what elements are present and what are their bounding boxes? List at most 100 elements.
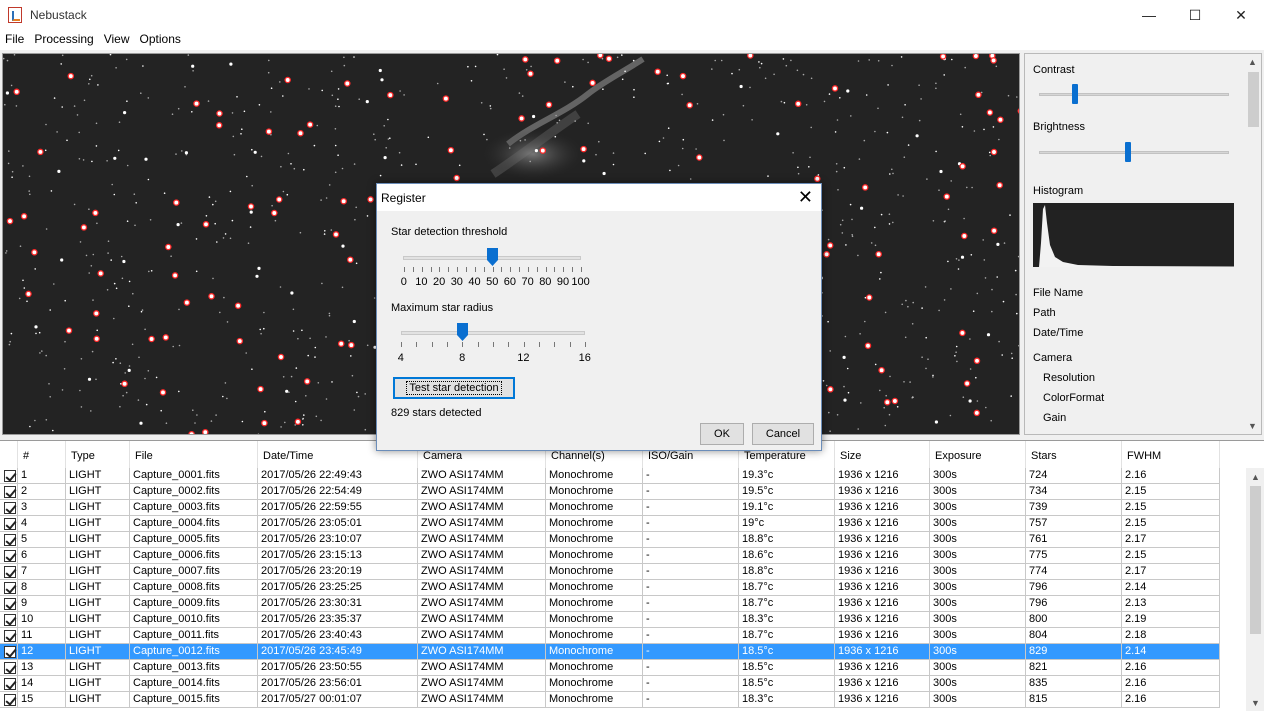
table-row[interactable]: 14 LIGHT Capture_0014.fits 2017/05/26 23:56… xyxy=(0,676,1220,692)
ok-button[interactable]: OK xyxy=(700,423,744,445)
column-header[interactable]: # xyxy=(18,441,66,468)
star xyxy=(900,56,903,58)
test-star-detection-button[interactable]: Test star detection xyxy=(393,377,515,399)
table-row[interactable]: 6 LIGHT Capture_0006.fits 2017/05/26 23:15:… xyxy=(0,548,1220,564)
brightness-slider-thumb[interactable] xyxy=(1125,142,1132,162)
table-row[interactable]: 13 LIGHT Capture_0013.fits 2017/05/26 23:50… xyxy=(0,660,1220,676)
table-row[interactable]: 11 LIGHT Capture_0011.fits 2017/05/26 23:40… xyxy=(0,628,1220,644)
column-header[interactable]: Size xyxy=(835,441,930,468)
histogram-plot xyxy=(1033,203,1234,267)
star xyxy=(321,89,324,92)
table-cell: Capture_0007.fits xyxy=(130,564,258,580)
table-row[interactable]: 15 LIGHT Capture_0015.fits 2017/05/27 00:01… xyxy=(0,692,1220,708)
star xyxy=(121,277,124,280)
threshold-slider-thumb[interactable] xyxy=(487,248,498,266)
row-checkbox[interactable] xyxy=(4,486,16,498)
row-checkbox[interactable] xyxy=(4,662,16,674)
row-checkbox[interactable] xyxy=(4,518,16,530)
row-checkbox[interactable] xyxy=(4,678,16,690)
scroll-thumb[interactable] xyxy=(1248,72,1259,127)
row-checkbox[interactable] xyxy=(4,582,16,594)
table-row[interactable]: 1 LIGHT Capture_0001.fits 2017/05/26 22:49:… xyxy=(0,468,1220,484)
table-row[interactable]: 12 LIGHT Capture_0012.fits 2017/05/26 23:45… xyxy=(0,644,1220,660)
contrast-slider-track[interactable] xyxy=(1039,93,1229,96)
properties-scrollbar[interactable]: ▲ ▼ xyxy=(1245,54,1261,434)
contrast-slider-thumb[interactable] xyxy=(1072,84,1079,104)
table-row[interactable]: 8 LIGHT Capture_0008.fits 2017/05/26 23:25:… xyxy=(0,580,1220,596)
column-header[interactable]: Exposure xyxy=(930,441,1026,468)
star xyxy=(903,156,906,158)
scroll-down-icon[interactable]: ▼ xyxy=(1251,698,1260,708)
table-row[interactable]: 7 LIGHT Capture_0007.fits 2017/05/26 23:20:… xyxy=(0,564,1220,580)
detected-star-marker xyxy=(303,378,311,385)
table-scrollbar[interactable]: ▲ ▼ xyxy=(1246,468,1264,711)
brightness-slider-track[interactable] xyxy=(1039,151,1229,154)
star xyxy=(309,337,311,340)
table-cell: 1936 x 1216 xyxy=(835,564,930,580)
detected-star-marker xyxy=(605,55,613,62)
star xyxy=(925,367,927,370)
maximize-button[interactable]: ☐ xyxy=(1172,0,1218,30)
slider-tick xyxy=(527,267,529,272)
row-checkbox[interactable] xyxy=(4,614,16,626)
scroll-up-icon[interactable]: ▲ xyxy=(1248,57,1257,67)
table-cell: 2017/05/26 23:25:25 xyxy=(258,580,418,596)
star xyxy=(925,336,927,339)
star xyxy=(56,131,58,133)
scroll-down-icon[interactable]: ▼ xyxy=(1248,421,1257,431)
star xyxy=(601,57,604,60)
row-checkbox[interactable] xyxy=(4,646,16,658)
menu-view[interactable]: View xyxy=(99,30,135,50)
star xyxy=(330,70,333,73)
close-button[interactable]: ✕ xyxy=(1218,0,1264,30)
scroll-thumb[interactable] xyxy=(1250,486,1261,634)
row-checkbox[interactable] xyxy=(4,598,16,610)
radius-slider-thumb[interactable] xyxy=(456,323,468,341)
star xyxy=(841,232,844,234)
star xyxy=(467,65,469,68)
table-row[interactable]: 3 LIGHT Capture_0003.fits 2017/05/26 22:59:… xyxy=(0,500,1220,516)
row-checkbox[interactable] xyxy=(4,694,16,706)
row-checkbox[interactable] xyxy=(4,502,16,514)
table-cell: 19°c xyxy=(739,516,835,532)
row-checkbox[interactable] xyxy=(4,550,16,562)
star xyxy=(353,163,356,165)
column-header[interactable]: Stars xyxy=(1026,441,1122,468)
column-header-select[interactable] xyxy=(0,441,18,468)
star xyxy=(191,64,195,68)
dialog-close-icon[interactable]: ✕ xyxy=(798,187,813,208)
star xyxy=(60,63,62,65)
row-checkbox[interactable] xyxy=(4,566,16,578)
table-row[interactable]: 9 LIGHT Capture_0009.fits 2017/05/26 23:30:… xyxy=(0,596,1220,612)
table-row[interactable]: 5 LIGHT Capture_0005.fits 2017/05/26 23:10:… xyxy=(0,532,1220,548)
star xyxy=(13,54,16,56)
menu-options[interactable]: Options xyxy=(135,30,186,50)
scroll-up-icon[interactable]: ▲ xyxy=(1251,472,1260,482)
row-checkbox[interactable] xyxy=(4,534,16,546)
star xyxy=(851,218,853,221)
row-checkbox[interactable] xyxy=(4,470,16,482)
radius-slider-track[interactable] xyxy=(401,331,585,335)
column-header[interactable]: Type xyxy=(66,441,130,468)
table-row[interactable]: 10 LIGHT Capture_0010.fits 2017/05/26 23:35… xyxy=(0,612,1220,628)
star xyxy=(90,74,93,77)
table-cell: 300s xyxy=(930,484,1026,500)
table-row[interactable]: 4 LIGHT Capture_0004.fits 2017/05/26 23:05:… xyxy=(0,516,1220,532)
menu-file[interactable]: File xyxy=(0,30,29,50)
minimize-button[interactable]: — xyxy=(1126,0,1172,30)
star xyxy=(489,107,492,110)
column-header[interactable]: FWHM xyxy=(1122,441,1220,468)
cancel-button[interactable]: Cancel xyxy=(752,423,814,445)
star xyxy=(22,279,24,282)
star xyxy=(983,128,985,131)
slider-tick xyxy=(465,267,467,272)
star xyxy=(400,164,403,166)
row-checkbox[interactable] xyxy=(4,630,16,642)
table-cell: 2017/05/26 22:54:49 xyxy=(258,484,418,500)
column-header[interactable]: File xyxy=(130,441,258,468)
star xyxy=(373,133,375,135)
star xyxy=(241,128,243,130)
star xyxy=(140,310,143,313)
menu-processing[interactable]: Processing xyxy=(29,30,98,50)
table-row[interactable]: 2 LIGHT Capture_0002.fits 2017/05/26 22:54:… xyxy=(0,484,1220,500)
